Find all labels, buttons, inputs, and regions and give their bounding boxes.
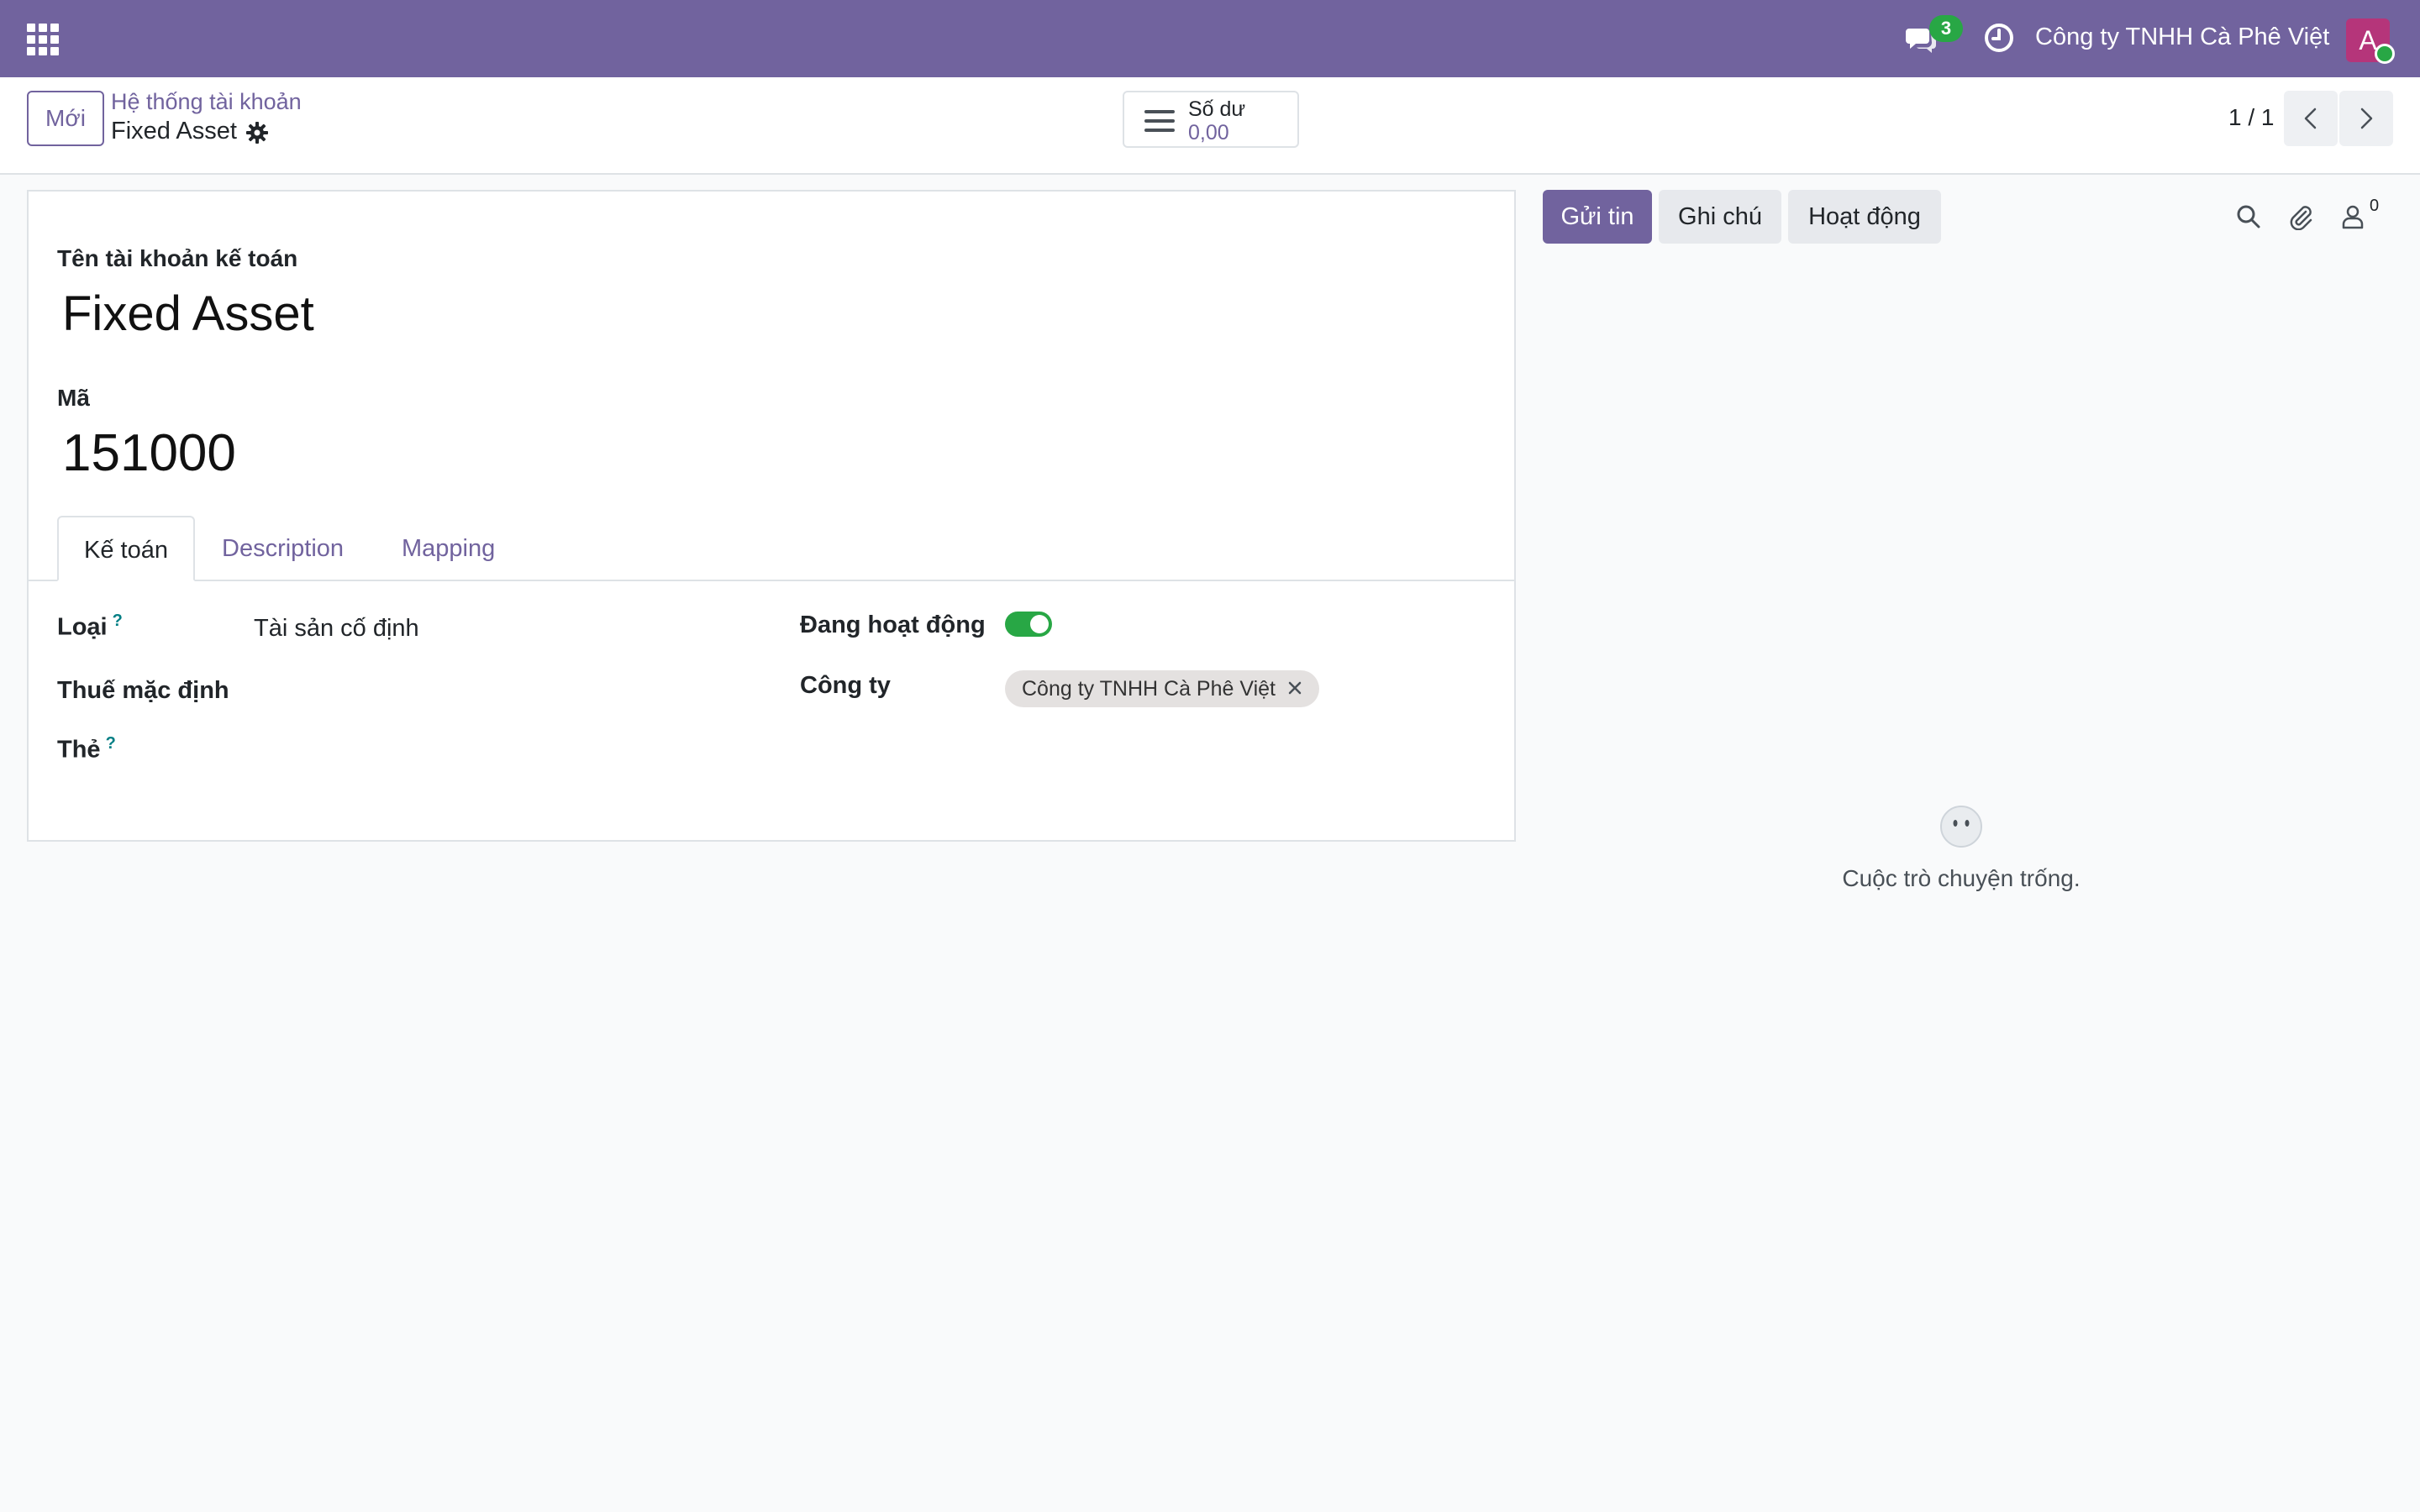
active-toggle[interactable]	[1005, 612, 1052, 637]
list-bars-icon	[1144, 110, 1175, 132]
tags-help-icon[interactable]: ?	[106, 734, 116, 753]
active-field-label: Đang hoạt động	[800, 612, 986, 638]
account-name-field[interactable]: Fixed Asset	[62, 286, 314, 342]
empty-face-icon	[1940, 806, 1982, 848]
gear-icon[interactable]	[245, 121, 269, 144]
close-icon[interactable]	[1286, 679, 1304, 697]
company-tag[interactable]: Công ty TNHH Cà Phê Việt	[1005, 670, 1319, 707]
tab-description[interactable]: Description	[222, 516, 344, 581]
top-navbar: 3 Công ty TNHH Cà Phê Việt A	[0, 0, 2420, 77]
followers-icon[interactable]	[2339, 203, 2366, 230]
clock-icon[interactable]	[1983, 22, 2015, 54]
send-message-button[interactable]: Gửi tin	[1543, 190, 1652, 244]
search-icon[interactable]	[2235, 203, 2262, 230]
online-status-dot	[2375, 44, 2395, 64]
default-tax-label: Thuế mặc định	[57, 677, 229, 704]
company-tag-label: Công ty TNHH Cà Phê Việt	[1022, 677, 1276, 701]
pager-value[interactable]: 1 / 1	[2228, 104, 2274, 131]
toggle-knob	[1030, 615, 1049, 633]
stat-value: 0,00	[1188, 121, 1229, 144]
type-field-value[interactable]: Tài sản cố định	[254, 615, 419, 643]
message-count-badge: 3	[1929, 15, 1963, 42]
pager-previous-button[interactable]	[2284, 91, 2338, 146]
follower-count: 0	[2370, 197, 2380, 215]
chevron-right-icon	[2360, 108, 2373, 129]
tags-field-label: Thẻ?	[57, 734, 116, 764]
tab-mapping[interactable]: Mapping	[402, 516, 495, 581]
tab-accounting[interactable]: Kế toán	[57, 516, 195, 581]
paperclip-icon[interactable]	[2287, 203, 2314, 230]
apps-menu-icon[interactable]	[27, 24, 59, 55]
type-help-icon[interactable]: ?	[113, 612, 123, 630]
company-field-label: Công ty	[800, 672, 891, 699]
balance-stat-button[interactable]: Số dư 0,00	[1123, 91, 1299, 148]
tags-label-text: Thẻ	[57, 736, 101, 764]
account-code-label: Mã	[57, 385, 90, 411]
company-switcher[interactable]: Công ty TNHH Cà Phê Việt	[2035, 24, 2329, 51]
type-label-text: Loại	[57, 613, 108, 641]
breadcrumb-parent[interactable]: Hệ thống tài khoản	[111, 89, 302, 115]
account-code-field[interactable]: 151000	[62, 423, 236, 483]
log-note-button[interactable]: Ghi chú	[1659, 190, 1781, 244]
stat-label: Số dư	[1188, 97, 1246, 121]
new-button[interactable]: Mới	[27, 91, 104, 146]
type-field-label: Loại?	[57, 612, 123, 642]
account-name-label: Tên tài khoản kế toán	[57, 245, 298, 271]
activity-button[interactable]: Hoạt động	[1788, 190, 1941, 244]
form-sheet: Tên tài khoản kế toán Fixed Asset Mã 151…	[27, 190, 1516, 842]
empty-conversation-text: Cuộc trò chuyện trống.	[1842, 865, 2081, 891]
chevron-left-icon	[2304, 108, 2317, 129]
pager-next-button[interactable]	[2339, 91, 2393, 146]
breadcrumb-current: Fixed Asset	[111, 118, 237, 144]
control-panel: Mới Hệ thống tài khoản Fixed Asset Số dư…	[0, 77, 2420, 175]
